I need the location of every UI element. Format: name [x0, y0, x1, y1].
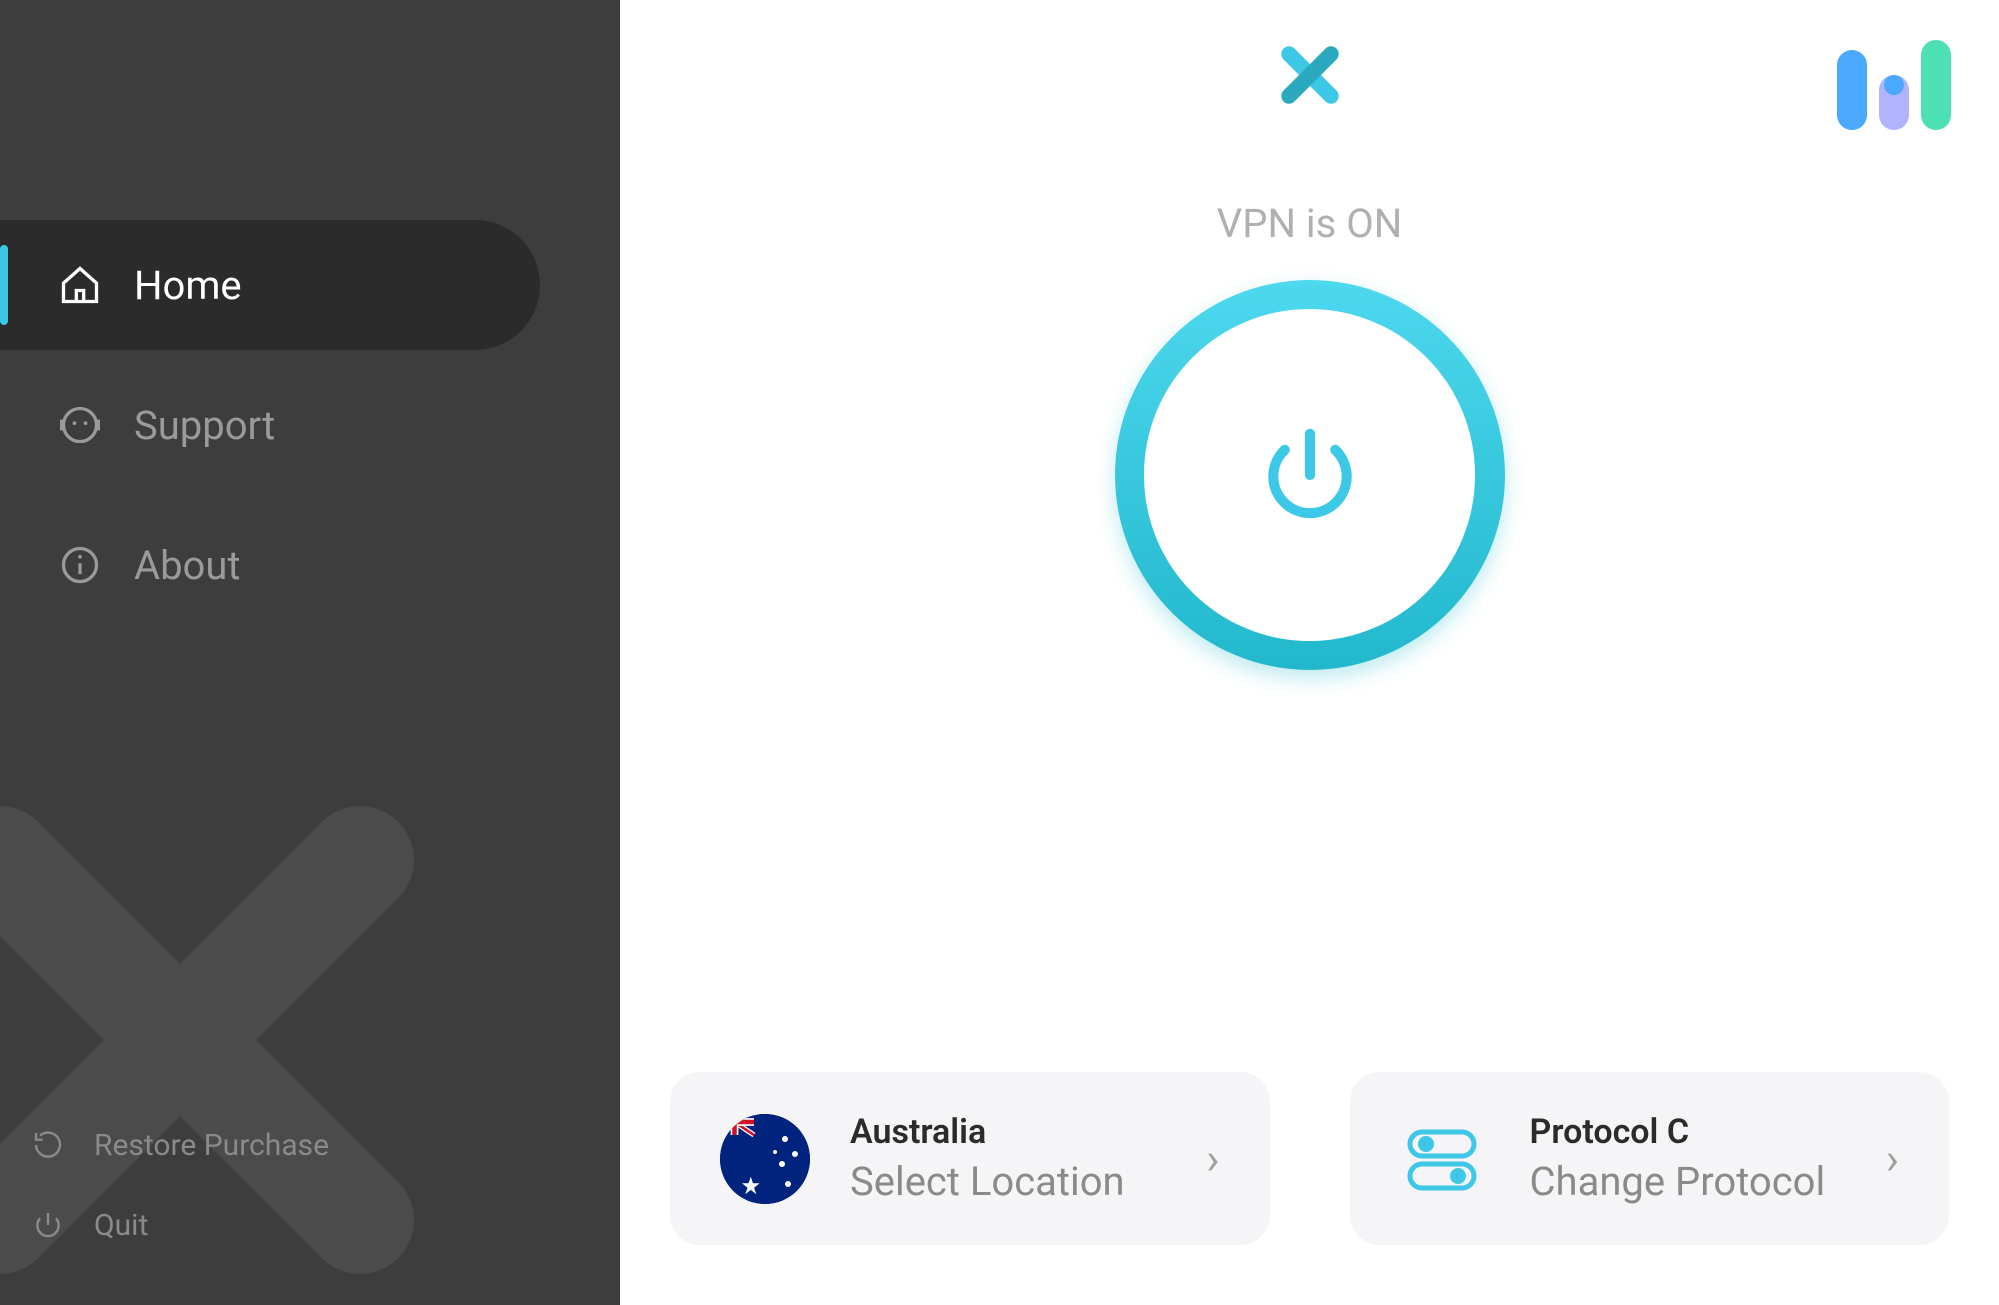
- sidebar: Home Support About Restore Purchase: [0, 0, 620, 1305]
- sidebar-footer: Restore Purchase Quit: [0, 1105, 620, 1265]
- power-icon: [30, 1207, 66, 1243]
- change-protocol-card[interactable]: Protocol C Change Protocol ›: [1350, 1072, 1950, 1245]
- main-panel: VPN is ON: [620, 0, 1999, 1305]
- sidebar-item-about[interactable]: About: [0, 500, 540, 630]
- quit-button[interactable]: Quit: [0, 1185, 620, 1265]
- chevron-right-icon: ›: [1206, 1133, 1219, 1185]
- location-card-text: Australia Select Location: [850, 1112, 1186, 1205]
- sidebar-item-support[interactable]: Support: [0, 360, 540, 490]
- info-icon: [58, 543, 102, 587]
- sidebar-item-label: Support: [134, 402, 275, 449]
- location-subtitle: Select Location: [850, 1158, 1186, 1205]
- protocol-toggles-icon: [1400, 1114, 1490, 1204]
- flag-australia-icon: [720, 1114, 810, 1204]
- protocol-card-text: Protocol C Change Protocol: [1530, 1112, 1866, 1205]
- support-icon: [58, 403, 102, 447]
- bottom-cards: Australia Select Location › Protocol C C…: [670, 1072, 1949, 1245]
- location-title: Australia: [850, 1112, 1186, 1152]
- footer-item-label: Restore Purchase: [94, 1128, 329, 1163]
- sidebar-item-label: Home: [134, 262, 242, 309]
- app-logo-x: [1275, 40, 1345, 114]
- footer-item-label: Quit: [94, 1208, 148, 1243]
- power-toggle-button[interactable]: [1115, 280, 1505, 670]
- sidebar-item-label: About: [134, 542, 241, 589]
- vpn-status-text: VPN is ON: [1217, 200, 1403, 247]
- restore-purchase-button[interactable]: Restore Purchase: [0, 1105, 620, 1185]
- protocol-subtitle: Change Protocol: [1530, 1158, 1866, 1205]
- restore-icon: [30, 1127, 66, 1163]
- corner-bars-logo: [1829, 30, 1959, 144]
- home-icon: [58, 263, 102, 307]
- sidebar-item-home[interactable]: Home: [0, 220, 540, 350]
- select-location-card[interactable]: Australia Select Location ›: [670, 1072, 1270, 1245]
- chevron-right-icon: ›: [1886, 1133, 1899, 1185]
- power-icon: [1255, 420, 1365, 530]
- protocol-title: Protocol C: [1530, 1112, 1866, 1152]
